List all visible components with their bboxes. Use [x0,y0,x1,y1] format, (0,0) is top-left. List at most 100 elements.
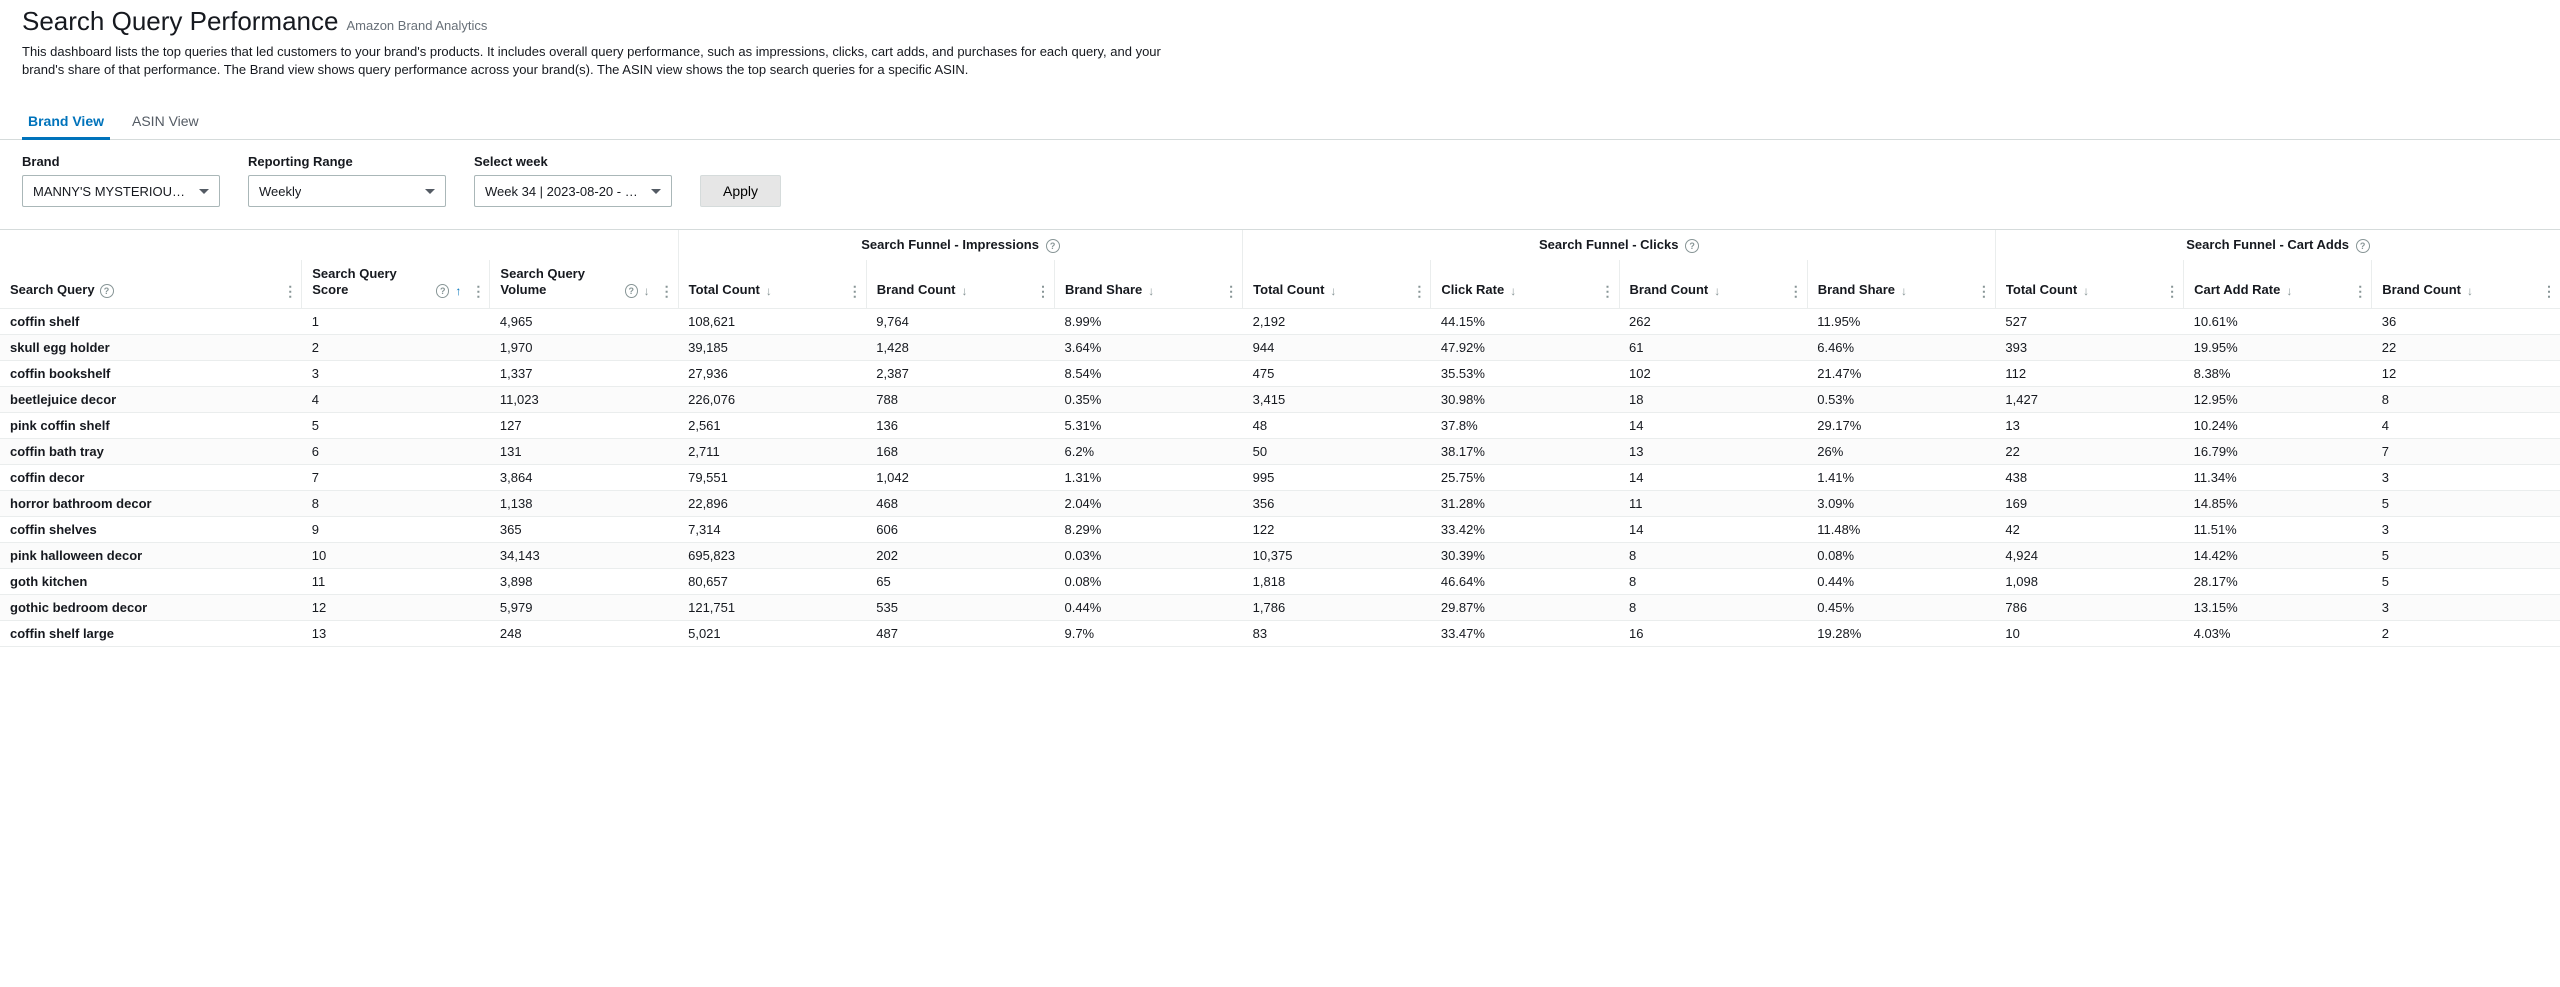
cell-i_bcount: 1,428 [866,335,1054,361]
sort-desc-icon[interactable]: ↓ [2467,284,2473,298]
cell-ca_total: 1,427 [1995,387,2183,413]
help-icon[interactable]: ? [2356,239,2370,253]
brand-dropdown[interactable]: MANNY'S MYSTERIOUS ODDITI [22,175,220,207]
help-icon[interactable]: ? [625,284,638,298]
cell-ca_total: 1,098 [1995,569,2183,595]
column-menu-icon[interactable]: ⋮ [1224,284,1238,298]
help-icon[interactable]: ? [100,284,114,298]
tab-brand-view[interactable]: Brand View [22,105,110,139]
cell-ca_rate: 14.85% [2184,491,2372,517]
cell-c_bshare: 11.95% [1807,309,1995,335]
column-header-ca_total[interactable]: Total Count ↓ ⋮ [1995,260,2183,309]
sort-desc-icon[interactable]: ↓ [1148,284,1154,298]
cell-ca_rate: 13.15% [2184,595,2372,621]
table-row: coffin decor73,86479,5511,0421.31%99525.… [0,465,2560,491]
cell-c_bcount: 8 [1619,543,1807,569]
sort-desc-icon[interactable]: ↓ [2286,284,2292,298]
column-menu-icon[interactable]: ⋮ [1601,284,1615,298]
column-header-i_total[interactable]: Total Count↓⋮ [678,260,866,309]
column-header-volume[interactable]: Search Query Volume?↓⋮ [490,260,678,309]
cell-volume: 34,143 [490,543,678,569]
cell-i_total: 22,896 [678,491,866,517]
table-row: pink coffin shelf51272,5611365.31%4837.8… [0,413,2560,439]
group-clicks-label: Search Funnel - Clicks [1539,237,1678,252]
sort-desc-icon[interactable]: ↓ [1330,284,1336,298]
cell-volume: 3,898 [490,569,678,595]
cell-c_rate: 30.39% [1431,543,1619,569]
cell-query: coffin shelf large [0,621,302,647]
column-menu-icon[interactable]: ⋮ [1036,284,1050,298]
range-dropdown[interactable]: Weekly [248,175,446,207]
column-header-i_bcount[interactable]: Brand Count ↓ ⋮ [866,260,1054,309]
cell-i_total: 7,314 [678,517,866,543]
help-icon[interactable]: ? [1685,239,1699,253]
cell-i_total: 27,936 [678,361,866,387]
column-menu-icon[interactable]: ⋮ [2542,284,2556,298]
cell-ca_total: 42 [1995,517,2183,543]
sort-desc-icon[interactable]: ↓ [1510,284,1516,298]
tab-asin-view[interactable]: ASIN View [126,105,205,139]
cell-query: coffin decor [0,465,302,491]
cell-score: 12 [302,595,490,621]
sort-desc-icon[interactable]: ↓ [766,284,772,298]
cell-c_bshare: 0.53% [1807,387,1995,413]
column-header-c_rate[interactable]: Click Rate↓⋮ [1431,260,1619,309]
apply-button[interactable]: Apply [700,175,781,207]
column-menu-icon[interactable]: ⋮ [660,284,674,298]
help-icon[interactable]: ? [436,284,449,298]
cell-volume: 127 [490,413,678,439]
sort-desc-icon[interactable]: ↓ [1901,284,1907,298]
help-icon[interactable]: ? [1046,239,1060,253]
cell-ca_bcount: 7 [2372,439,2560,465]
column-header-c_bshare[interactable]: Brand Share↓⋮ [1807,260,1995,309]
cell-i_total: 79,551 [678,465,866,491]
column-menu-icon[interactable]: ⋮ [1789,284,1803,298]
sort-desc-icon[interactable]: ↓ [962,284,968,298]
cell-ca_total: 169 [1995,491,2183,517]
cell-ca_rate: 14.42% [2184,543,2372,569]
table-row: coffin bookshelf31,33727,9362,3878.54%47… [0,361,2560,387]
cell-c_bshare: 3.09% [1807,491,1995,517]
column-menu-icon[interactable]: ⋮ [283,284,297,298]
column-header-i_bshare[interactable]: Brand Share↓⋮ [1054,260,1242,309]
column-menu-icon[interactable]: ⋮ [2165,284,2179,298]
group-impressions-label: Search Funnel - Impressions [861,237,1039,252]
cell-ca_bcount: 36 [2372,309,2560,335]
column-header-c_total[interactable]: Total Count↓⋮ [1243,260,1431,309]
column-header-ca_rate[interactable]: Cart Add Rate↓⋮ [2184,260,2372,309]
column-menu-icon[interactable]: ⋮ [2353,284,2367,298]
column-header-c_bcount[interactable]: Brand Count↓⋮ [1619,260,1807,309]
cell-score: 4 [302,387,490,413]
data-table-container[interactable]: Search Funnel - Impressions ? Search Fun… [0,229,2560,647]
cell-c_bshare: 11.48% [1807,517,1995,543]
cell-c_bshare: 1.41% [1807,465,1995,491]
cell-ca_rate: 28.17% [2184,569,2372,595]
cell-score: 13 [302,621,490,647]
table-row: coffin shelf14,965108,6219,7648.99%2,192… [0,309,2560,335]
column-label: Total Count [2006,282,2077,298]
column-header-ca_bcount[interactable]: Brand Count↓⋮ [2372,260,2560,309]
cell-ca_total: 4,924 [1995,543,2183,569]
cell-c_bcount: 16 [1619,621,1807,647]
column-menu-icon[interactable]: ⋮ [848,284,862,298]
sort-desc-icon[interactable]: ↓ [1714,284,1720,298]
table-row: horror bathroom decor81,13822,8964682.04… [0,491,2560,517]
cell-i_bshare: 0.08% [1054,569,1242,595]
cell-i_bcount: 1,042 [866,465,1054,491]
column-header-score[interactable]: Search Query Score?↑⋮ [302,260,490,309]
cell-query: gothic bedroom decor [0,595,302,621]
cell-c_total: 1,818 [1243,569,1431,595]
column-menu-icon[interactable]: ⋮ [471,284,485,298]
range-filter-label: Reporting Range [248,154,446,169]
column-menu-icon[interactable]: ⋮ [1412,284,1426,298]
week-dropdown[interactable]: Week 34 | 2023-08-20 - 2023-0 [474,175,672,207]
cell-ca_rate: 11.51% [2184,517,2372,543]
column-menu-icon[interactable]: ⋮ [1977,284,1991,298]
column-label: Brand Count [877,282,956,298]
sort-desc-icon[interactable]: ↓ [644,284,650,298]
column-header-query[interactable]: Search Query?⋮ [0,260,302,309]
cell-c_rate: 30.98% [1431,387,1619,413]
cell-query: goth kitchen [0,569,302,595]
sort-desc-icon[interactable]: ↓ [2083,284,2089,298]
sort-asc-icon[interactable]: ↑ [455,284,461,298]
